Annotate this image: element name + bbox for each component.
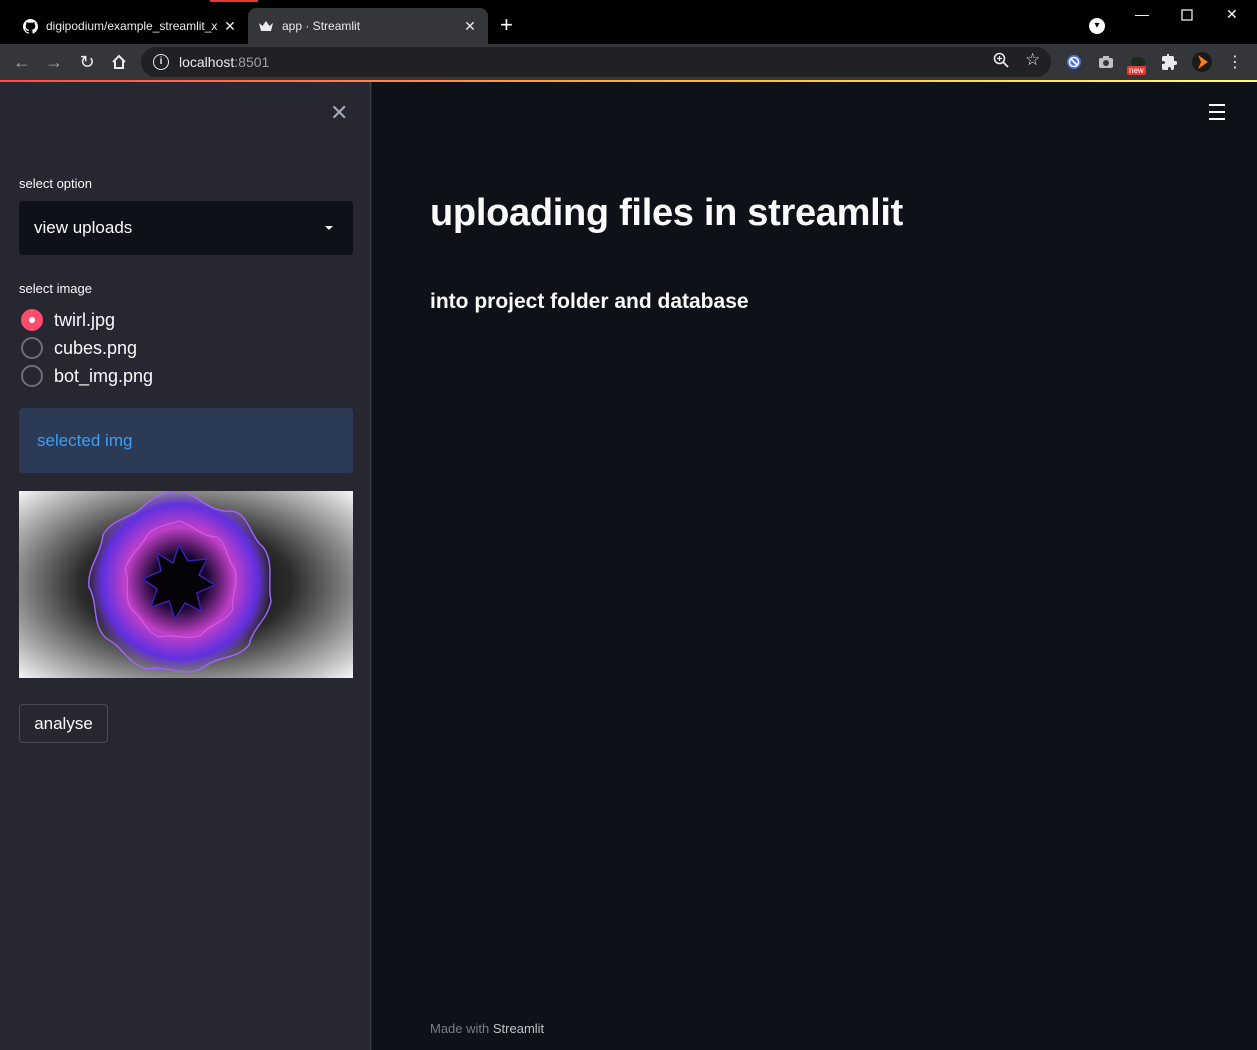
browser-tab-bar: digipodium/example_streamlit_x ✕ app · S… bbox=[0, 0, 1257, 44]
browser-toolbar: ← → ↻ i localhost:8501 ☆ ⋮ bbox=[0, 44, 1257, 80]
streamlit-crown-icon bbox=[258, 18, 274, 34]
select-option-label: select option bbox=[19, 176, 92, 191]
radio-option-twirl[interactable]: twirl.jpg bbox=[21, 308, 115, 332]
extension-new-badge: new bbox=[1127, 66, 1146, 75]
select-value: view uploads bbox=[34, 218, 133, 237]
extensions-puzzle-icon[interactable] bbox=[1159, 51, 1181, 73]
browser-tab-streamlit[interactable]: app · Streamlit ✕ bbox=[248, 8, 488, 44]
radio-option-bot-img[interactable]: bot_img.png bbox=[21, 364, 153, 388]
profile-avatar-icon[interactable] bbox=[1191, 51, 1213, 73]
radio-option-label: bot_img.png bbox=[54, 365, 154, 386]
info-alert-text: selected img bbox=[37, 430, 133, 450]
page-title: uploading files in streamlit bbox=[430, 192, 904, 234]
tab-title: digipodium/example_streamlit_x bbox=[46, 19, 218, 33]
info-alert: selected img bbox=[19, 408, 353, 473]
back-icon[interactable]: ← bbox=[10, 50, 34, 74]
streamlit-footer-link[interactable]: Streamlit bbox=[493, 1021, 544, 1036]
camera-extension-icon[interactable] bbox=[1095, 51, 1117, 73]
url-host: localhost bbox=[179, 54, 235, 70]
chevron-down-icon bbox=[325, 226, 333, 230]
sidebar: ✕ select option view uploads select imag… bbox=[0, 82, 371, 1050]
browser-tab-github[interactable]: digipodium/example_streamlit_x ✕ bbox=[12, 8, 248, 44]
zoom-icon[interactable] bbox=[993, 52, 1009, 71]
close-window-icon[interactable]: ✕ bbox=[1226, 6, 1238, 23]
github-icon bbox=[22, 18, 38, 34]
hamburger-menu-icon[interactable] bbox=[1209, 104, 1225, 125]
close-tab-icon[interactable]: ✕ bbox=[462, 18, 478, 35]
tab-title: app · Streamlit bbox=[282, 19, 361, 33]
select-image-label: select image bbox=[19, 281, 92, 296]
selected-image-preview bbox=[19, 491, 353, 678]
forward-icon[interactable]: → bbox=[42, 50, 66, 74]
maximize-icon[interactable] bbox=[1181, 8, 1193, 24]
close-tab-icon[interactable]: ✕ bbox=[222, 18, 238, 35]
footer: Made with Streamlit bbox=[430, 1021, 544, 1036]
close-sidebar-icon[interactable]: ✕ bbox=[330, 100, 348, 126]
radio-option-cubes[interactable]: cubes.png bbox=[21, 336, 137, 360]
bookmark-star-icon[interactable]: ☆ bbox=[1025, 50, 1040, 70]
tab-search-icon[interactable]: ▾ bbox=[1089, 18, 1105, 34]
tab-activity-indicator bbox=[210, 0, 258, 2]
browser-menu-icon[interactable]: ⋮ bbox=[1224, 51, 1246, 73]
radio-option-label: cubes.png bbox=[54, 337, 138, 358]
site-info-icon[interactable]: i bbox=[153, 54, 169, 70]
radio-unchecked-icon[interactable] bbox=[21, 365, 43, 387]
radio-unchecked-icon[interactable] bbox=[21, 337, 43, 359]
url-port: :8501 bbox=[234, 54, 270, 70]
block-extension-icon[interactable] bbox=[1063, 51, 1085, 73]
radio-option-label: twirl.jpg bbox=[54, 309, 116, 330]
main-content: uploading files in streamlit into projec… bbox=[372, 82, 1257, 1050]
page-subtitle: into project folder and database bbox=[430, 290, 749, 313]
home-icon[interactable] bbox=[107, 50, 131, 74]
analyse-button[interactable]: analyse bbox=[19, 704, 108, 743]
footer-prefix: Made with bbox=[430, 1021, 493, 1036]
minimize-icon[interactable]: — bbox=[1135, 6, 1149, 22]
new-tab-icon[interactable]: + bbox=[500, 14, 513, 36]
radio-checked-icon[interactable] bbox=[21, 309, 43, 331]
option-select[interactable]: view uploads bbox=[19, 201, 353, 255]
address-bar[interactable]: i localhost:8501 bbox=[141, 47, 1051, 77]
reload-icon[interactable]: ↻ bbox=[75, 50, 99, 74]
